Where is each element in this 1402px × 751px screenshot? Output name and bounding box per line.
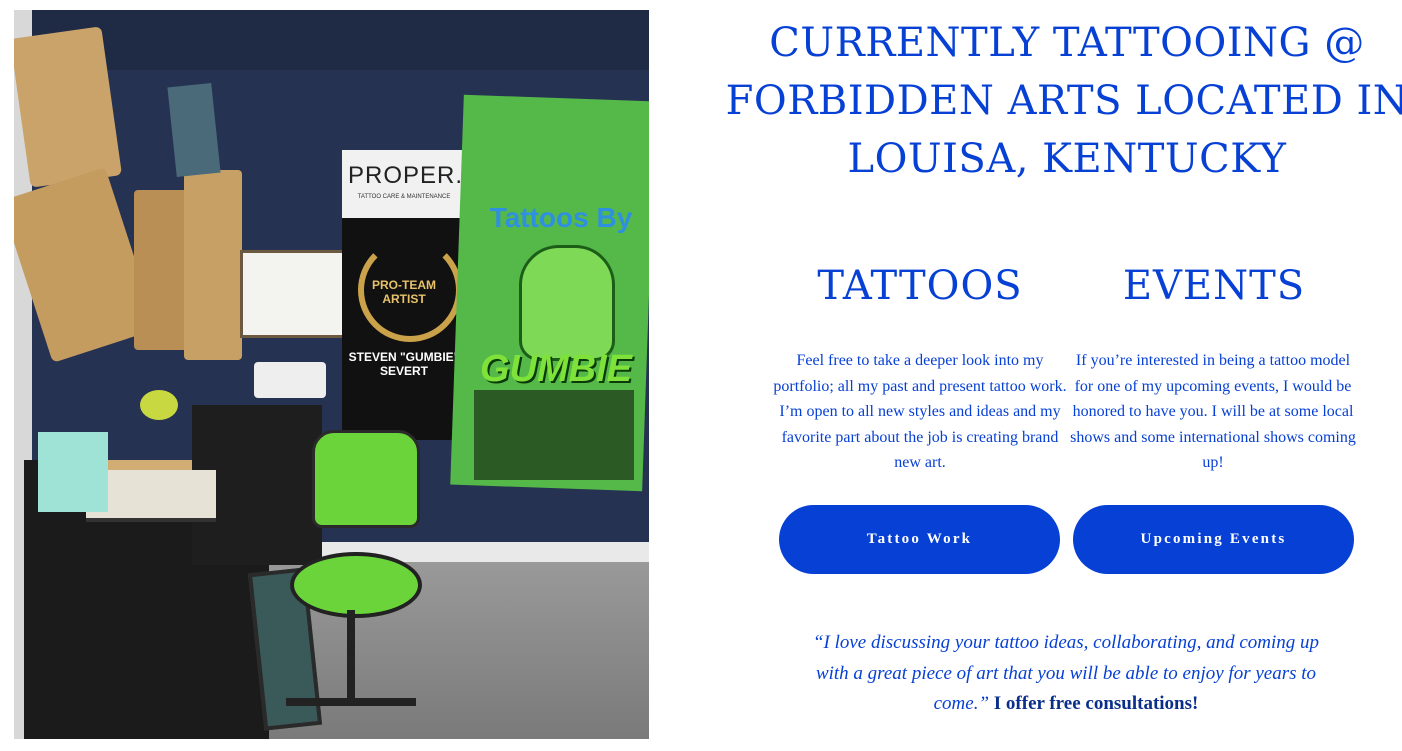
events-description: If you’re interested in being a tattoo m… bbox=[1070, 352, 1356, 472]
chair-seat bbox=[290, 552, 422, 618]
proteam-label: PRO-TEAM ARTIST bbox=[372, 278, 436, 306]
ink-shelf-right bbox=[184, 170, 242, 360]
consultation-quote: “I love discussing your tattoo ideas, co… bbox=[800, 628, 1332, 720]
headline-line-1: CURRENTLY TATTOOING @ bbox=[769, 20, 1365, 66]
gumbie-character bbox=[519, 245, 615, 361]
tattoos-description: Feel free to take a deeper look into my … bbox=[773, 352, 1067, 472]
tattoo-work-button-label: Tattoo Work bbox=[866, 531, 973, 547]
page-headline: CURRENTLY TATTOOING @ FORBIDDEN ARTS LOC… bbox=[700, 14, 1402, 188]
upcoming-events-button-label: Upcoming Events bbox=[1140, 531, 1287, 547]
storage-bin bbox=[254, 362, 326, 398]
upcoming-events-button[interactable]: Upcoming Events bbox=[1073, 505, 1354, 574]
whiteboard bbox=[240, 250, 346, 338]
headline-line-2: FORBIDDEN ARTS LOCATED IN bbox=[725, 78, 1402, 124]
studio-photo: PROPER. TATTOO CARE & MAINTENANCE PRO-TE… bbox=[14, 10, 649, 739]
tattoo-work-button[interactable]: Tattoo Work bbox=[779, 505, 1060, 574]
gumbie-banner-splatter bbox=[474, 390, 634, 480]
gumbie-banner-wordmark: GUMBIE bbox=[480, 348, 632, 390]
artist-name-label: STEVEN "GUMBIE" SEVERT bbox=[348, 350, 460, 378]
chair-pole bbox=[347, 610, 355, 700]
towel-stack bbox=[38, 432, 108, 512]
chair-base bbox=[286, 698, 416, 706]
chair-backrest bbox=[312, 430, 420, 528]
rubber-duck bbox=[140, 390, 178, 420]
events-heading: EVENTS bbox=[1122, 263, 1306, 309]
headline-line-3: LOUISA, KENTUCKY bbox=[847, 136, 1287, 182]
proper-banner-logo: PROPER. bbox=[348, 162, 464, 189]
free-consultations-text: I offer free consultations bbox=[993, 693, 1193, 714]
quote-exclamation: ! bbox=[1192, 693, 1199, 714]
gumbie-banner-title: Tattoos By bbox=[489, 202, 633, 233]
proper-banner-subtitle: TATTOO CARE & MAINTENANCE bbox=[357, 194, 451, 200]
tattoos-heading: TATTOOS bbox=[817, 263, 1023, 309]
small-poster bbox=[167, 82, 221, 178]
